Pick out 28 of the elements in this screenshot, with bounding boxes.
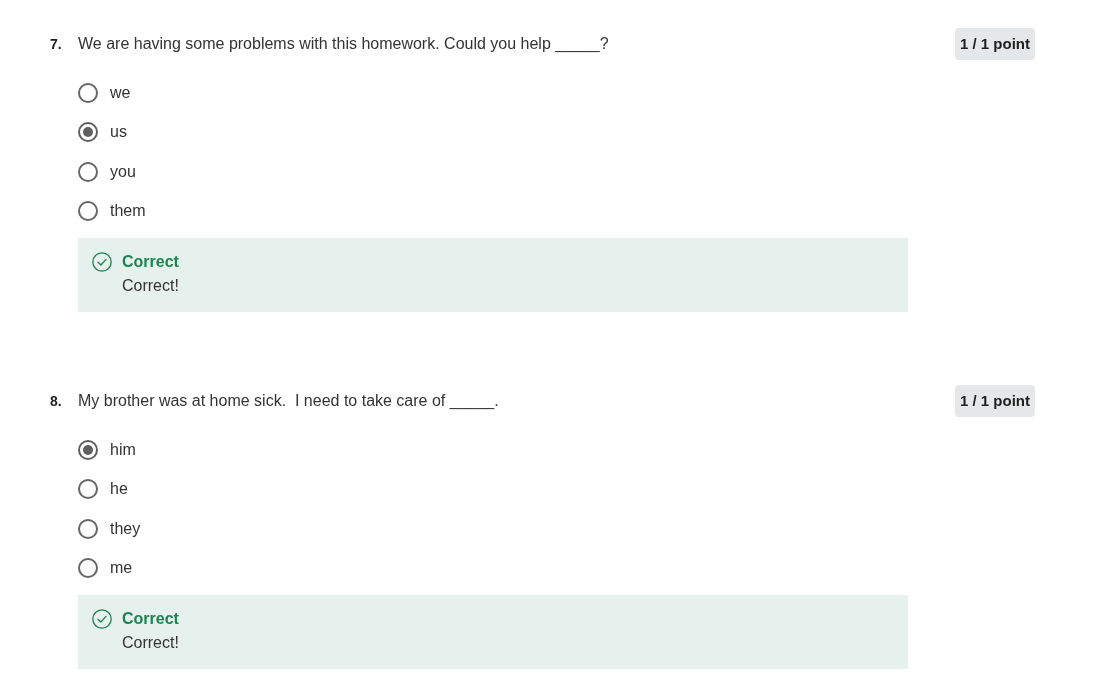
option-label[interactable]: he [110, 480, 128, 499]
option-label[interactable]: him [110, 440, 136, 459]
feedback-message: Correct! [122, 276, 179, 296]
question-text: We are having some problems with this homework. Could you help _____? [78, 35, 610, 53]
option-label[interactable]: they [110, 519, 141, 538]
radio-button[interactable] [78, 439, 98, 460]
option-label[interactable]: them [110, 202, 146, 221]
radio-button[interactable] [78, 161, 98, 182]
check-circle-icon [92, 609, 112, 629]
points-badge: 1 / 1 point [955, 385, 1035, 417]
option-label[interactable]: we [110, 83, 131, 102]
option-label[interactable]: us [110, 123, 127, 142]
option-label[interactable]: me [110, 559, 133, 578]
radio-button[interactable] [78, 558, 98, 579]
question-number: 7. [50, 36, 63, 52]
radio-button[interactable] [78, 201, 98, 222]
feedback-title: Correct [122, 252, 179, 272]
radio-button[interactable] [78, 122, 98, 143]
check-circle-icon [92, 252, 112, 272]
radio-button[interactable] [78, 479, 98, 500]
feedback-title: Correct [122, 609, 179, 629]
question-text: My brother was at home sick. I need to take care of _____. [78, 392, 500, 410]
question-number: 8. [50, 393, 63, 409]
radio-button[interactable] [78, 518, 98, 539]
points-badge: 1 / 1 point [955, 28, 1035, 60]
option-label[interactable]: you [110, 162, 136, 181]
radio-button[interactable] [78, 82, 98, 103]
feedback-message: Correct! [122, 633, 179, 653]
